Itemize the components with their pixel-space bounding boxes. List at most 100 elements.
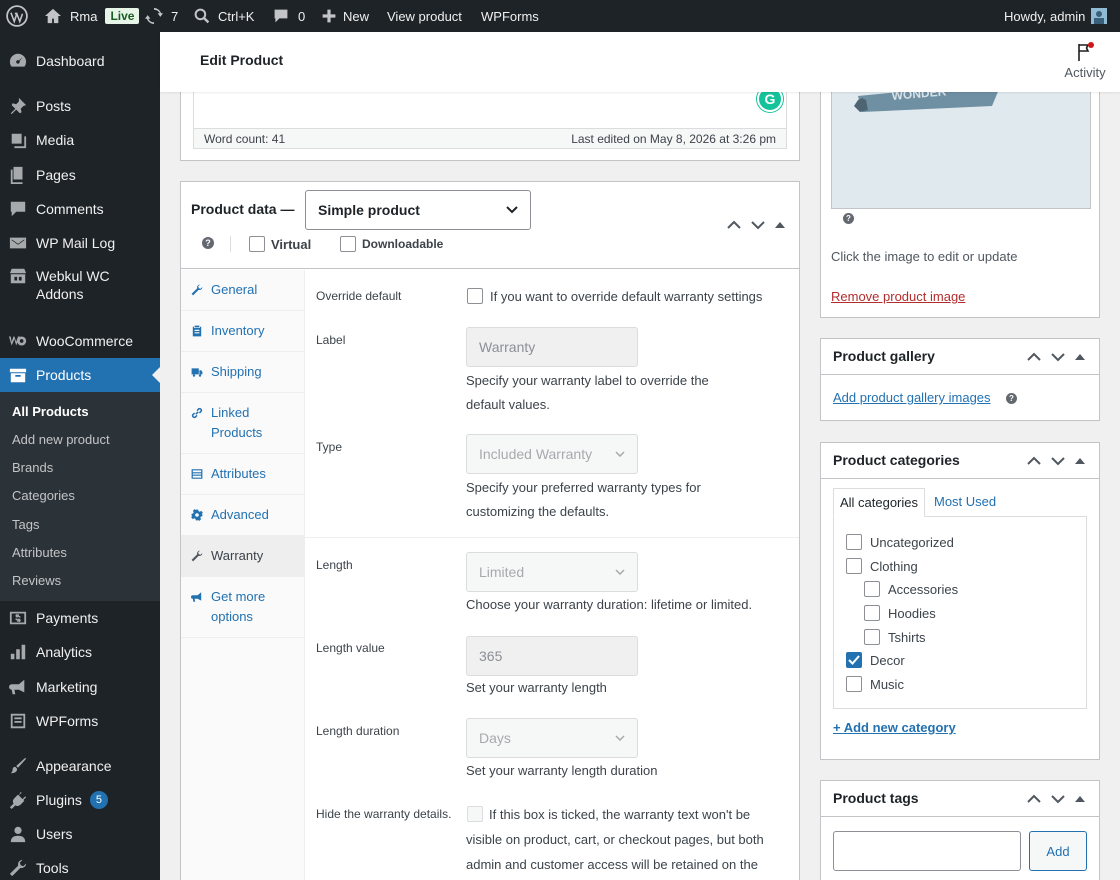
checkbox[interactable] xyxy=(846,558,862,574)
menu-products[interactable]: Products xyxy=(0,358,160,392)
activity-button[interactable]: Activity xyxy=(1058,42,1112,80)
submenu-add-new-product[interactable]: Add new product xyxy=(12,432,110,447)
product-type-select[interactable]: Simple product xyxy=(305,190,531,230)
tab-advanced[interactable]: Advanced xyxy=(181,495,304,536)
comment-icon xyxy=(0,200,36,218)
checkbox[interactable] xyxy=(864,629,880,645)
menu-comments[interactable]: Comments xyxy=(0,192,160,226)
virtual-checkbox[interactable]: Virtual xyxy=(249,236,311,252)
menu-tools[interactable]: Tools xyxy=(0,851,160,880)
override-default-checkbox[interactable]: If you want to override default warranty… xyxy=(467,288,762,304)
menu-posts[interactable]: Posts xyxy=(0,89,160,123)
menu-webkul-wc-addons[interactable]: Webkul WC Addons xyxy=(0,262,160,308)
new-content-link[interactable]: New xyxy=(321,0,369,32)
remove-product-image-link[interactable]: Remove product image xyxy=(831,289,965,304)
move-down-icon[interactable] xyxy=(1051,794,1065,804)
checkbox[interactable] xyxy=(864,605,880,621)
submenu-categories[interactable]: Categories xyxy=(12,488,75,503)
category-uncategorized[interactable]: Uncategorized xyxy=(846,534,954,550)
tab-general[interactable]: General xyxy=(181,270,304,311)
checkbox[interactable] xyxy=(846,676,862,692)
menu-dashboard[interactable]: Dashboard xyxy=(0,44,160,78)
checkbox[interactable] xyxy=(864,581,880,597)
submenu-reviews[interactable]: Reviews xyxy=(12,573,61,588)
collapse-toggle-icon[interactable] xyxy=(775,221,785,229)
menu-payments[interactable]: Payments xyxy=(0,601,160,635)
menu-pages[interactable]: Pages xyxy=(0,158,160,192)
wpforms-link[interactable]: WPForms xyxy=(481,0,539,32)
editor-content-area[interactable] xyxy=(193,86,787,130)
submenu-all-products[interactable]: All Products xyxy=(12,404,89,419)
override-default-text: If you want to override default warranty… xyxy=(490,288,763,304)
warranty-type-select[interactable]: Included Warranty xyxy=(466,434,638,474)
add-new-category-link[interactable]: + Add new category xyxy=(833,720,956,735)
help-icon[interactable]: ? xyxy=(843,213,854,224)
new-label: New xyxy=(343,8,370,24)
tab-most-used[interactable]: Most Used xyxy=(934,494,996,509)
checkmark-icon xyxy=(848,655,860,665)
category-clothing[interactable]: Clothing xyxy=(846,558,918,574)
warranty-label-input[interactable]: Warranty xyxy=(466,327,638,367)
tab-attributes[interactable]: Attributes xyxy=(181,454,304,495)
tab-inventory[interactable]: Inventory xyxy=(181,311,304,352)
downloadable-checkbox[interactable]: Downloadable xyxy=(340,236,443,252)
help-icon[interactable]: ? xyxy=(202,237,214,249)
menu-wp-mail-log[interactable]: WP Mail Log xyxy=(0,226,160,260)
menu-woocommerce[interactable]: WooCommerce xyxy=(0,324,160,358)
category-accessories[interactable]: Accessories xyxy=(864,581,958,597)
menu-wpforms[interactable]: WPForms xyxy=(0,704,160,738)
submenu-brands[interactable]: Brands xyxy=(12,460,53,475)
move-up-icon[interactable] xyxy=(1027,794,1041,804)
length-value-input[interactable]: 365 xyxy=(466,636,638,676)
help-icon[interactable]: ? xyxy=(1006,393,1017,404)
account-menu[interactable]: Howdy, admin xyxy=(1004,0,1108,32)
collapse-toggle-icon[interactable] xyxy=(1075,353,1085,361)
menu-label: Dashboard xyxy=(36,53,105,69)
category-decor[interactable]: Decor xyxy=(846,652,905,668)
submenu-tags[interactable]: Tags xyxy=(12,517,39,532)
category-hoodies[interactable]: Hoodies xyxy=(864,605,936,621)
view-product-link[interactable]: View product xyxy=(387,0,462,32)
checkbox[interactable] xyxy=(846,534,862,550)
menu-plugins[interactable]: Plugins 5 xyxy=(0,783,160,817)
move-down-icon[interactable] xyxy=(751,220,765,230)
menu-media[interactable]: Media xyxy=(0,123,160,157)
divider xyxy=(230,236,231,252)
tag-input[interactable] xyxy=(833,831,1021,871)
menu-users[interactable]: Users xyxy=(0,817,160,851)
menu-marketing[interactable]: Marketing xyxy=(0,670,160,704)
checkbox-checked[interactable] xyxy=(846,652,862,668)
move-up-icon[interactable] xyxy=(1027,456,1041,466)
tab-linked-products[interactable]: Linked Products xyxy=(181,393,304,454)
collapse-toggle-icon[interactable] xyxy=(1075,457,1085,465)
category-music[interactable]: Music xyxy=(846,676,904,692)
comments-link[interactable]: 0 xyxy=(273,0,305,32)
image-hint: Click the image to edit or update xyxy=(831,249,1018,264)
search-shortcut[interactable]: Ctrl+K xyxy=(194,0,254,32)
warranty-length-select[interactable]: Limited xyxy=(466,552,638,592)
move-up-icon[interactable] xyxy=(1027,352,1041,362)
tab-shipping[interactable]: Shipping xyxy=(181,352,304,393)
length-duration-select[interactable]: Days xyxy=(466,718,638,758)
updates-link[interactable]: 7 xyxy=(145,0,178,32)
menu-appearance[interactable]: Appearance xyxy=(0,749,160,783)
category-tshirts[interactable]: Tshirts xyxy=(864,629,926,645)
move-down-icon[interactable] xyxy=(1051,456,1065,466)
tab-all-categories[interactable]: All categories xyxy=(833,488,925,517)
add-gallery-images-link[interactable]: Add product gallery images xyxy=(833,390,991,405)
checkbox[interactable] xyxy=(467,288,483,304)
checkbox[interactable] xyxy=(249,236,265,252)
store-icon xyxy=(0,262,36,285)
add-tag-button[interactable]: Add xyxy=(1029,831,1087,871)
menu-analytics[interactable]: Analytics xyxy=(0,635,160,669)
site-name-link[interactable]: Rma Live xyxy=(44,0,140,32)
wordpress-logo-icon[interactable] xyxy=(6,0,28,32)
submenu-attributes[interactable]: Attributes xyxy=(12,545,67,560)
move-up-icon[interactable] xyxy=(727,220,741,230)
collapse-toggle-icon[interactable] xyxy=(1075,795,1085,803)
checkbox[interactable] xyxy=(340,236,356,252)
tab-get-more-options[interactable]: Get more options xyxy=(181,577,304,638)
move-down-icon[interactable] xyxy=(1051,352,1065,362)
tab-warranty[interactable]: Warranty xyxy=(181,536,304,577)
product-image-thumbnail[interactable]: WONDER xyxy=(831,86,1091,209)
